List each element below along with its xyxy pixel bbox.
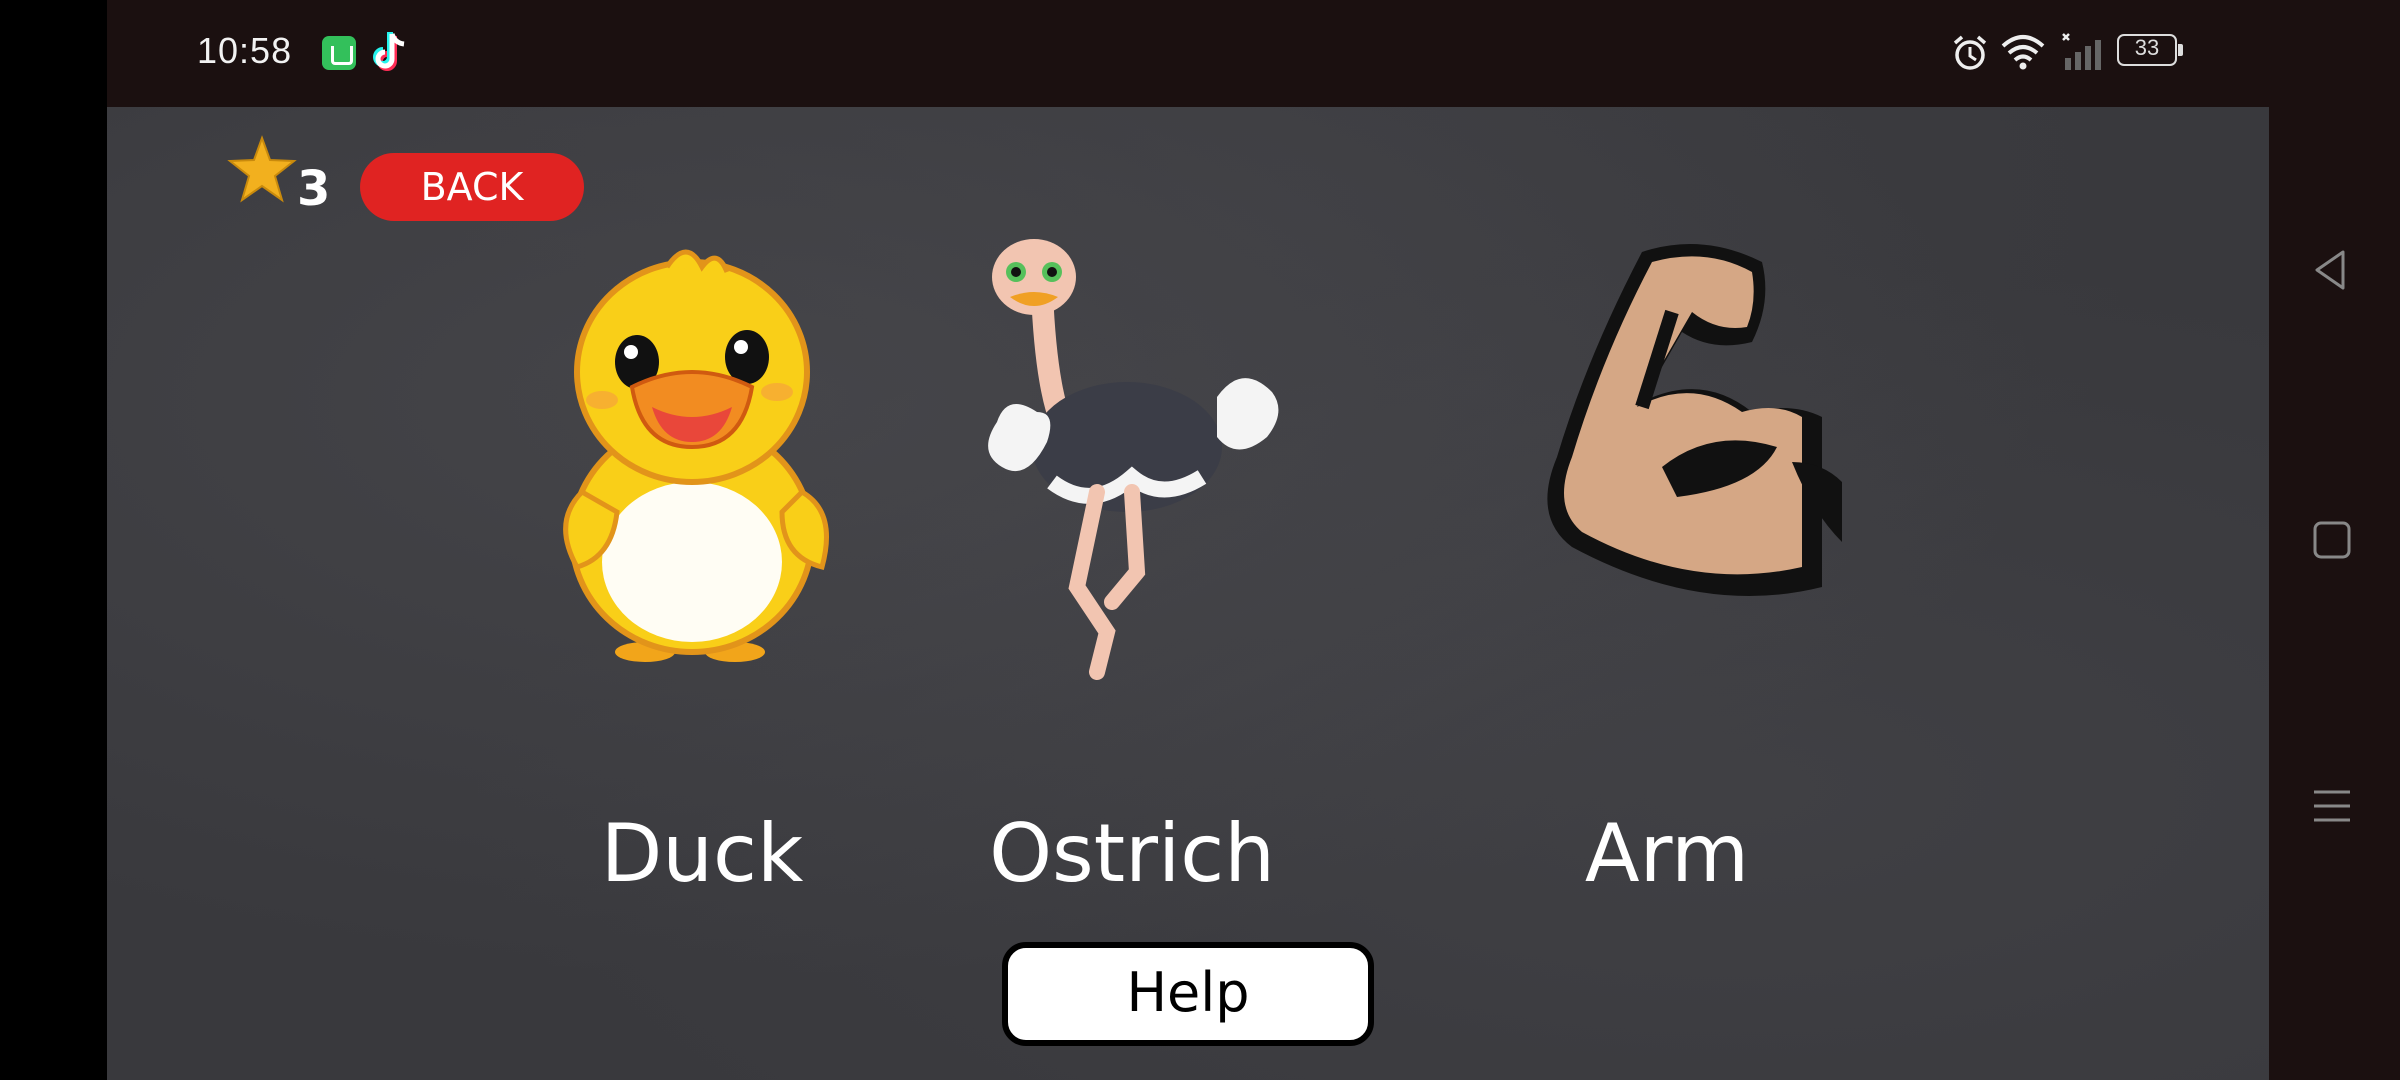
- back-button[interactable]: BACK: [360, 153, 584, 221]
- alarm-icon: [1953, 35, 1987, 70]
- tiktok-icon: [373, 32, 405, 71]
- wifi-icon: [2001, 35, 2045, 70]
- help-button[interactable]: Help: [1002, 942, 1374, 1046]
- card-duck[interactable]: Duck: [537, 232, 867, 932]
- status-time: 10:58: [197, 30, 293, 71]
- navigation-bar: [2269, 0, 2400, 1080]
- status-bar: 10:58 33: [107, 0, 2269, 107]
- card-label-arm: Arm: [1584, 807, 1750, 900]
- card-ostrich[interactable]: Ostrich: [962, 232, 1302, 932]
- card-arm[interactable]: Arm: [1437, 232, 1897, 932]
- battery-icon: 33: [2117, 34, 2187, 72]
- card-label-duck: Duck: [600, 807, 804, 900]
- battery-level: 33: [2134, 35, 2160, 60]
- arm-icon: [1547, 244, 1842, 596]
- score-value: 3: [297, 161, 331, 217]
- ostrich-icon: [988, 239, 1279, 680]
- duck-icon: [563, 249, 829, 662]
- star-icon: [227, 135, 297, 203]
- card-label-ostrich: Ostrich: [989, 807, 1275, 900]
- score-display: 3: [227, 135, 347, 217]
- back-icon[interactable]: [2309, 248, 2353, 292]
- shopping-bag-icon: [322, 36, 356, 70]
- menu-icon[interactable]: [2311, 786, 2353, 826]
- game-area: 3 BACK Duck Ostrich Arm Help: [107, 107, 2269, 1080]
- left-bezel: [0, 0, 107, 1080]
- home-icon[interactable]: [2312, 520, 2352, 560]
- signal-icon: [2062, 33, 2101, 70]
